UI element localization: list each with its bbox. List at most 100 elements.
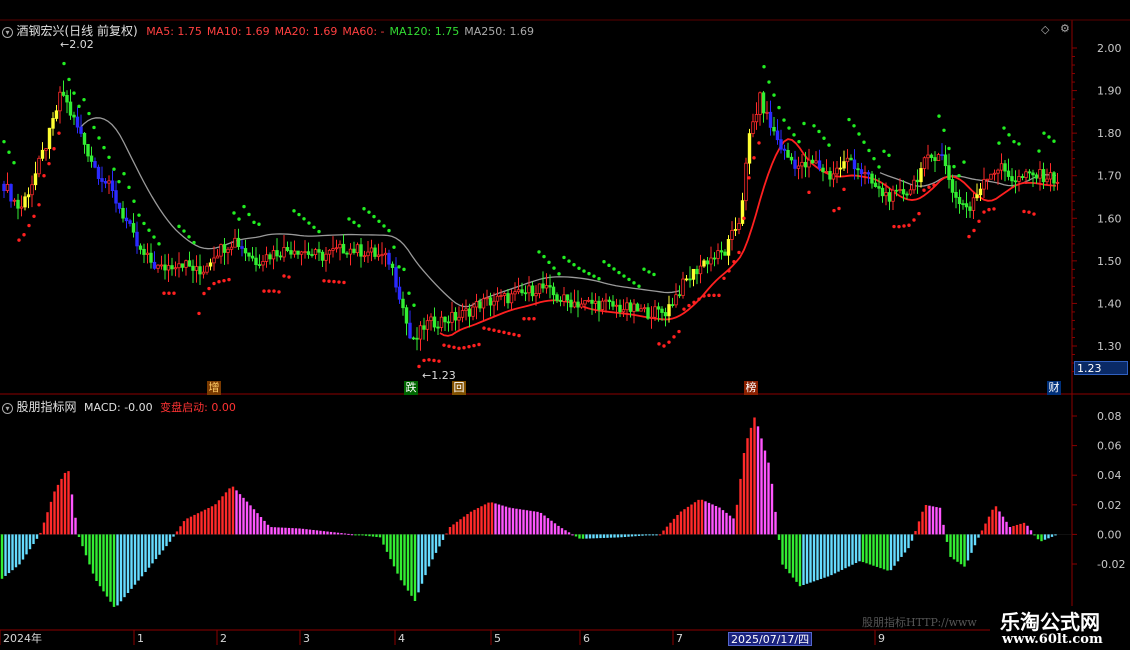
sar-dot: [177, 224, 181, 229]
macd-bar: [756, 426, 760, 535]
macd-bar: [805, 534, 809, 584]
candle-body: [317, 249, 321, 253]
candle-body: [341, 243, 346, 254]
sar-dot: [397, 265, 401, 269]
brand-url: www.60lt.com: [1002, 632, 1103, 647]
candle-body: [348, 248, 353, 255]
macd-bar: [116, 534, 119, 606]
macd-bar: [980, 530, 984, 535]
macd-bar: [546, 518, 550, 535]
event-tag-4[interactable]: 财: [1047, 381, 1061, 395]
macd-bar: [928, 505, 931, 535]
candle-body: [915, 179, 920, 183]
macd-bar: [403, 534, 406, 586]
candle-body: [702, 260, 706, 267]
macd-bar: [879, 534, 882, 569]
macd-bar: [25, 534, 28, 555]
event-tag-1[interactable]: 跌: [404, 381, 418, 395]
candle-body: [947, 165, 951, 180]
macd-bar: [620, 534, 623, 538]
macd-bar: [924, 504, 928, 535]
macd-bar: [952, 534, 956, 560]
macd-bar: [651, 534, 655, 536]
sar-dot: [822, 136, 826, 140]
sar-dot: [847, 117, 851, 122]
macd-bar: [837, 534, 840, 572]
sar-dot: [657, 342, 661, 346]
sar-dot: [982, 210, 986, 214]
sar-dot: [242, 204, 246, 209]
macd-bar: [1040, 534, 1043, 542]
macd-bar: [669, 522, 672, 535]
collapse-icon[interactable]: ▾: [2, 402, 13, 414]
macd-bar: [214, 504, 217, 535]
sar-dot: [1042, 131, 1046, 135]
collapse-icon[interactable]: ▾: [2, 26, 13, 38]
macd-bar: [67, 471, 70, 535]
macd-bar: [179, 526, 182, 535]
macd-bar: [14, 534, 18, 568]
sar-dot: [392, 245, 396, 249]
candle-body: [957, 196, 962, 205]
sar-dot: [1037, 149, 1041, 153]
time-axis-label: 1: [137, 632, 144, 645]
macd-bar: [350, 534, 354, 536]
candle-body: [373, 247, 377, 257]
macd-axis-label: 0.06: [1097, 440, 1122, 453]
candle-body: [716, 250, 720, 259]
candle-body: [135, 231, 139, 247]
macd-bar: [606, 534, 609, 538]
candle-body: [971, 197, 976, 211]
diamond-icon[interactable]: ◇: [1041, 23, 1049, 36]
macd-bar: [21, 534, 25, 560]
sar-dot: [452, 345, 456, 349]
high-price-marker: ←2.02: [60, 38, 94, 51]
settings-icon[interactable]: ⚙: [1060, 22, 1070, 35]
sar-dot: [772, 93, 776, 97]
event-tag-0[interactable]: 增: [207, 381, 221, 395]
candle-body: [513, 291, 517, 295]
event-tag-2[interactable]: 回: [452, 381, 466, 395]
candle-body: [222, 244, 227, 253]
stock-title[interactable]: 酒钢宏兴(日线 前复权): [17, 24, 138, 38]
macd-bar: [294, 528, 298, 535]
macd-bar: [504, 506, 508, 535]
candle-body: [303, 251, 307, 254]
macd-bar: [707, 502, 711, 535]
macd-bar: [494, 503, 497, 535]
stock-chart[interactable]: 2.00 1.90 1.80 1.70 1.60 1.50 1.40 1.30 0.08 0.06…: [0, 0, 1130, 650]
macd-bar: [77, 534, 81, 538]
macd-bar: [98, 534, 102, 587]
candle-body: [859, 169, 864, 175]
sar-dot: [267, 289, 271, 293]
candle-body: [499, 295, 503, 297]
macd-bar: [427, 534, 431, 567]
sar-dot: [117, 179, 121, 184]
macd-bar: [784, 534, 788, 569]
sar-dot: [587, 271, 591, 276]
sar-dot: [192, 240, 196, 245]
candle-body: [247, 252, 251, 257]
sar-dot: [1027, 210, 1031, 214]
candle-body: [226, 248, 230, 253]
candle-body: [366, 251, 370, 257]
candle-body: [110, 180, 115, 191]
indicator-title[interactable]: 股朋指标网: [17, 400, 77, 414]
sar-dot: [412, 303, 416, 307]
macd-bar: [1001, 516, 1005, 535]
macd-bar: [718, 507, 721, 535]
candle-body: [807, 159, 811, 168]
macd-bar: [732, 518, 735, 535]
event-tag-3[interactable]: 榜: [744, 381, 758, 395]
candle-body: [663, 312, 668, 317]
ma-legend-item-3: MA60: -: [342, 25, 385, 38]
candle-body: [432, 316, 437, 328]
macd-bar: [851, 534, 854, 565]
macd-bar: [994, 506, 998, 535]
candle-body: [607, 299, 612, 303]
sar-dot: [722, 276, 726, 281]
sar-dot: [72, 91, 76, 95]
candle-body: [537, 283, 542, 294]
candle-body: [842, 161, 846, 169]
candle-body: [44, 148, 48, 151]
